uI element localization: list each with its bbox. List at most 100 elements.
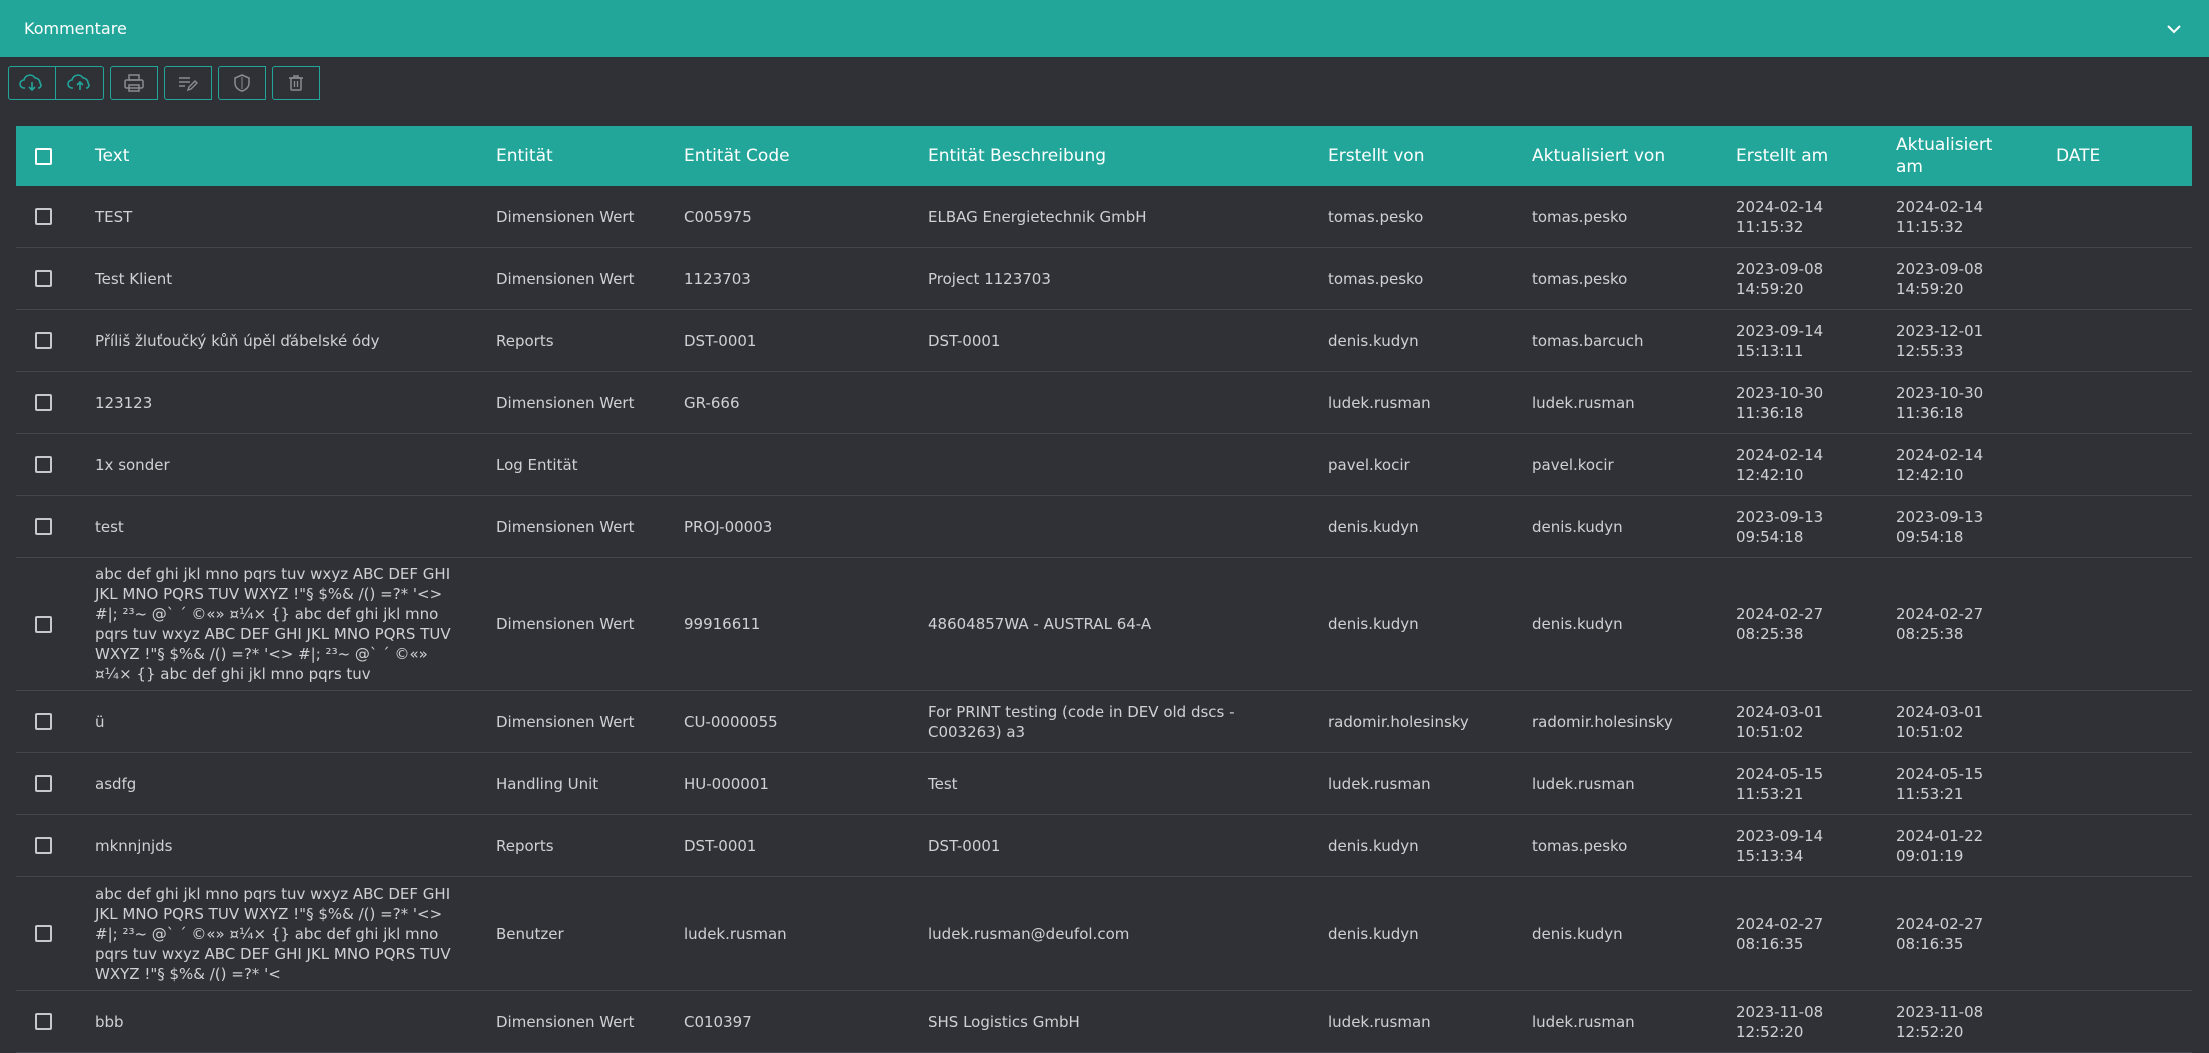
row-entity-code: ludek.rusman — [684, 924, 787, 943]
column-header-date[interactable]: DATE — [2056, 145, 2100, 167]
table-row[interactable]: bbb Dimensionen Wert C010397 SHS Logistics … — [16, 991, 2192, 1053]
row-checkbox[interactable] — [35, 713, 52, 730]
table-row[interactable]: abc def ghi jkl mno pqrs tuv wxyz ABC DE… — [16, 877, 2192, 991]
upload-button[interactable] — [56, 66, 104, 100]
row-entity-description: Project 1123703 — [928, 269, 1051, 288]
row-checkbox[interactable] — [35, 394, 52, 411]
column-header-entity-code[interactable]: Entität Code — [684, 145, 790, 167]
row-entity-code: 99916611 — [684, 615, 761, 633]
row-checkbox[interactable] — [35, 208, 52, 225]
row-updated-at: 2024-02-14 12:42:10 — [1896, 445, 1984, 484]
row-updated-at: 2023-12-01 12:55:33 — [1896, 321, 1984, 360]
row-entity-description: ELBAG Energietechnik GmbH — [928, 207, 1147, 226]
row-entity: Handling Unit — [496, 774, 599, 793]
cloud-upload-icon — [66, 74, 90, 90]
table-row[interactable]: Test Klient Dimensionen Wert 1123703 Projec… — [16, 248, 2192, 310]
table-row[interactable]: test Dimensionen Wert PROJ-00003 denis.kudy… — [16, 496, 2192, 558]
row-entity: Dimensionen Wert — [496, 517, 635, 536]
column-header-entity-description[interactable]: Entität Beschreibung — [928, 145, 1106, 167]
column-header-entity[interactable]: Entität — [496, 145, 553, 167]
column-header-text[interactable]: Text — [95, 145, 129, 167]
row-created-by: denis.kudyn — [1328, 836, 1419, 855]
row-checkbox[interactable] — [35, 837, 52, 854]
row-entity: Dimensionen Wert — [496, 269, 635, 288]
row-entity: Log Entität — [496, 455, 578, 474]
row-entity-description: SHS Logistics GmbH — [928, 1012, 1080, 1031]
cloud-download-icon — [19, 74, 42, 92]
edit-list-icon — [179, 77, 198, 92]
row-created-by: ludek.rusman — [1328, 1012, 1431, 1031]
row-entity-description: DST-0001 — [928, 331, 1001, 350]
row-created-at: 2023-10-30 11:36:18 — [1736, 383, 1824, 422]
edit-button[interactable] — [164, 66, 212, 100]
row-entity-description: For PRINT testing (code in DEV old dscs … — [928, 702, 1235, 741]
row-updated-by: tomas.pesko — [1532, 269, 1628, 288]
row-entity: Dimensionen Wert — [496, 615, 635, 633]
row-entity: Dimensionen Wert — [496, 393, 635, 412]
table-header: Text Entität Entität Code Entität Beschr… — [16, 126, 2192, 186]
table-row[interactable]: abc def ghi jkl mno pqrs tuv wxyz ABC DE… — [16, 558, 2192, 691]
row-created-at: 2024-05-15 11:53:21 — [1736, 764, 1824, 803]
table-row[interactable]: 123123 Dimensionen Wert GR-666 ludek.rusman… — [16, 372, 2192, 434]
row-entity-code: C010397 — [684, 1012, 752, 1031]
row-updated-by: tomas.pesko — [1532, 207, 1628, 226]
row-checkbox[interactable] — [35, 615, 52, 633]
row-updated-by: tomas.pesko — [1532, 836, 1628, 855]
table-row[interactable]: asdfg Handling Unit HU-000001 Test ludek.rus… — [16, 753, 2192, 815]
security-button[interactable] — [218, 66, 266, 100]
row-created-at: 2023-09-14 15:13:34 — [1736, 826, 1824, 865]
table-row[interactable]: Příliš žluťoučký kůň úpěl ďábelské ódy Re… — [16, 310, 2192, 372]
row-created-by: radomir.holesinsky — [1328, 712, 1469, 731]
row-entity-code: C005975 — [684, 207, 752, 226]
row-created-by: denis.kudyn — [1328, 517, 1419, 536]
row-created-at: 2024-03-01 10:51:02 — [1736, 702, 1824, 741]
row-text: Příliš žluťoučký kůň úpěl ďábelské ódy — [95, 331, 380, 350]
row-text: test — [95, 517, 124, 536]
table-row[interactable]: mknnjnjds Reports DST-0001 DST-0001 denis.ku… — [16, 815, 2192, 877]
panel-header[interactable]: Kommentare — [0, 0, 2209, 57]
toolbar — [8, 66, 326, 102]
row-checkbox[interactable] — [35, 456, 52, 473]
print-button[interactable] — [110, 66, 158, 100]
row-checkbox[interactable] — [35, 925, 52, 942]
row-entity-description: 48604857WA - AUSTRAL 64-A — [928, 615, 1152, 633]
panel-title: Kommentare — [24, 19, 127, 38]
row-updated-at: 2023-11-08 12:52:20 — [1896, 1002, 1984, 1041]
row-entity: Dimensionen Wert — [496, 207, 635, 226]
chevron-down-icon[interactable] — [2163, 18, 2185, 40]
row-checkbox[interactable] — [35, 1013, 52, 1030]
row-entity: Reports — [496, 331, 554, 350]
table-row[interactable]: ü Dimensionen Wert CU-0000055 For PRINT tes… — [16, 691, 2192, 753]
row-created-by: ludek.rusman — [1328, 393, 1431, 412]
table-row[interactable]: 1x sonder Log Entität pavel.kocir pavel.koc… — [16, 434, 2192, 496]
row-entity: Dimensionen Wert — [496, 712, 635, 731]
row-updated-at: 2023-09-13 09:54:18 — [1896, 507, 1984, 546]
row-entity-description: ludek.rusman@deufol.com — [928, 924, 1130, 943]
column-header-updated-by[interactable]: Aktualisiert von — [1532, 145, 1665, 167]
row-checkbox[interactable] — [35, 270, 52, 287]
row-updated-by: denis.kudyn — [1532, 924, 1623, 943]
column-header-created-at[interactable]: Erstellt am — [1736, 145, 1828, 167]
delete-button[interactable] — [272, 66, 320, 100]
column-header-created-by[interactable]: Erstellt von — [1328, 145, 1424, 167]
row-entity: Dimensionen Wert — [496, 1012, 635, 1031]
row-text: mknnjnjds — [95, 836, 173, 855]
row-text: ü — [95, 712, 105, 731]
row-updated-by: denis.kudyn — [1532, 615, 1623, 633]
row-checkbox[interactable] — [35, 775, 52, 792]
column-header-updated-at[interactable]: Aktualisiert am — [1896, 134, 2006, 178]
row-checkbox[interactable] — [35, 518, 52, 535]
row-updated-by: pavel.kocir — [1532, 455, 1614, 474]
row-created-at: 2024-02-14 11:15:32 — [1736, 197, 1824, 236]
row-updated-by: tomas.barcuch — [1532, 331, 1644, 350]
download-button[interactable] — [8, 66, 56, 100]
row-entity-code: DST-0001 — [684, 836, 757, 855]
row-created-by: denis.kudyn — [1328, 924, 1419, 943]
row-text: Test Klient — [95, 269, 173, 288]
row-created-by: tomas.pesko — [1328, 207, 1424, 226]
row-created-at: 2023-09-14 15:13:11 — [1736, 321, 1824, 360]
row-checkbox[interactable] — [35, 332, 52, 349]
table-row[interactable]: TEST Dimensionen Wert C005975 ELBAG Energie… — [16, 186, 2192, 248]
select-all-checkbox[interactable] — [35, 147, 52, 165]
row-text: abc def ghi jkl mno pqrs tuv wxyz ABC DE… — [95, 884, 451, 983]
